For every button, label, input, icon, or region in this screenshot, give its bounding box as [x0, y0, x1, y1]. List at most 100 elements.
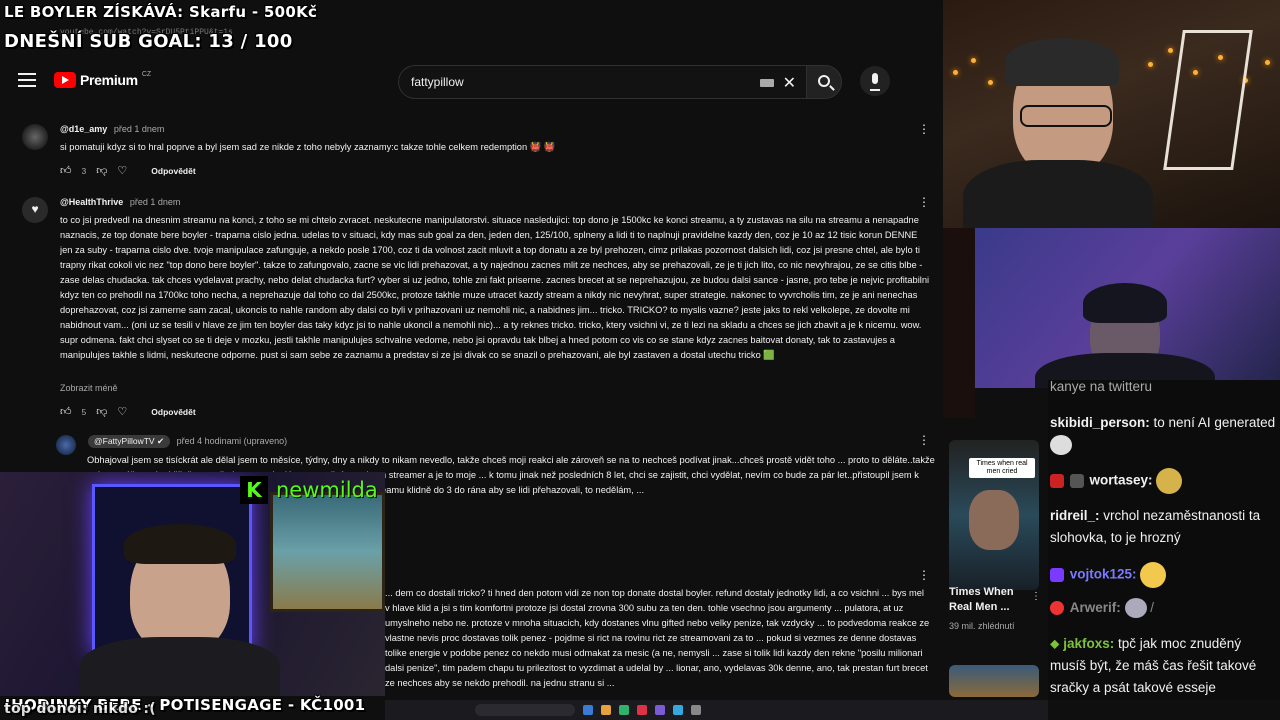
app-icon[interactable]	[601, 705, 611, 715]
app-icon[interactable]	[637, 705, 647, 715]
avatar[interactable]	[56, 435, 76, 455]
video-views: 39 mil. zhlédnutí	[949, 621, 1015, 631]
more-actions-icon[interactable]: ⋮	[918, 123, 930, 135]
app-icon[interactable]	[673, 705, 683, 715]
comment-actions: 👍︎ 3 👎︎ ♡ Odpovědět	[60, 164, 196, 177]
youtube-logo[interactable]: Premium CZ	[54, 70, 152, 88]
like-count: 5	[81, 406, 87, 417]
like-icon[interactable]: 👍︎	[60, 164, 72, 177]
comment-author[interactable]: @HealthThrive	[60, 197, 123, 207]
search-value: fattypillow	[411, 75, 464, 89]
troll-emote-icon	[1050, 435, 1072, 456]
emote-icon	[1156, 468, 1183, 494]
wall-painting	[270, 492, 385, 612]
keyboard-icon[interactable]	[760, 79, 774, 87]
stream-chat: kanye na twitteru skibidi_person: to nen…	[1048, 380, 1280, 700]
video-thumbnail[interactable]	[949, 665, 1039, 697]
more-actions-icon[interactable]: ⋮	[1031, 591, 1041, 602]
streamer-webcam	[943, 0, 1280, 228]
badge-icon	[1050, 474, 1064, 488]
video-title[interactable]: Times When Real Men ...	[949, 585, 1029, 615]
video-edge	[943, 228, 975, 418]
app-icon[interactable]	[619, 705, 629, 715]
guest-webcam	[975, 228, 1280, 388]
glasses	[1020, 105, 1112, 127]
chat-username[interactable]: skibidi_person:	[1050, 415, 1150, 430]
show-less-link[interactable]: Zobrazit méně	[60, 383, 118, 393]
sub-badge-icon	[1050, 568, 1064, 582]
logo-text: Premium	[80, 72, 138, 88]
kick-channel-name: newmilda	[276, 478, 378, 502]
search-input[interactable]: fattypillow ✕	[398, 65, 806, 99]
video-thumbnail[interactable]: Times when real men cried	[949, 440, 1039, 590]
youtube-play-icon	[54, 72, 76, 88]
chat-message: ridreil_: vrchol nezaměstnanosti ta sloh…	[1050, 505, 1276, 549]
comment-header: @d1e_amy před 1 dnem	[60, 124, 164, 134]
hair	[124, 524, 236, 564]
chat-username[interactable]: vojtok125:	[1070, 567, 1137, 582]
kick-logo-icon: K	[240, 476, 268, 504]
chat-message: kanye na twitteru	[1050, 380, 1276, 398]
chat-username[interactable]: wortasey:	[1090, 473, 1153, 488]
thumbnail-caption: Times when real men cried	[969, 458, 1035, 478]
reply-button[interactable]: Odpovědět	[151, 407, 195, 417]
chat-message: skibidi_person: to není AI generated	[1050, 412, 1276, 456]
comment-text: ... dem co dostali tricko? ti hned den p…	[385, 588, 930, 688]
comment-time[interactable]: před 4 hodinami (upraveno)	[177, 436, 288, 446]
heart-icon[interactable]: ♡	[117, 164, 127, 177]
like-count: 3	[81, 165, 87, 176]
kick-channel-tag: K newmilda	[240, 476, 378, 504]
sub-goal-text: DNEŠNÍ SUB GOAL: 13 / 100	[4, 31, 293, 52]
shirt	[963, 160, 1153, 228]
beanie	[1083, 283, 1167, 323]
comment: ♥ @HealthThrive před 1 dnem to co jsi pr…	[20, 196, 930, 422]
badge-icon: ⬥	[1050, 636, 1060, 651]
more-actions-icon[interactable]: ⋮	[918, 569, 930, 581]
app-icon[interactable]	[583, 705, 593, 715]
menu-icon[interactable]	[18, 73, 36, 89]
chat-message: vojtok125:	[1050, 562, 1276, 588]
logo-region: CZ	[141, 70, 152, 78]
youtube-header: Premium CZ fattypillow ✕	[0, 60, 943, 104]
taskbar-search[interactable]	[475, 704, 575, 716]
more-actions-icon[interactable]: ⋮	[918, 434, 930, 446]
comment-header: @FattyPillowTV ✔ před 4 hodinami (uprave…	[88, 435, 287, 448]
avatar[interactable]: ♥	[22, 197, 48, 223]
comment-text: si pomatuji kdyz si to hral poprve a byl…	[60, 142, 556, 152]
stream-screen: youtube.com/watch?v=SrDU5PtiPPU&t=1s Pre…	[0, 0, 1280, 720]
second-streamer-webcam	[0, 472, 385, 696]
chat-message: wortasey:	[1050, 468, 1276, 494]
comment-header: @HealthThrive před 1 dnem	[60, 197, 180, 207]
hoodie	[80, 637, 280, 696]
comment-time[interactable]: před 1 dnem	[130, 197, 181, 207]
search-button[interactable]	[806, 65, 842, 99]
chat-username[interactable]: Arwerif:	[1070, 600, 1121, 615]
voice-search-button[interactable]	[860, 66, 890, 96]
comment: @d1e_amy před 1 dnem si pomatuji kdyz si…	[20, 123, 930, 184]
dislike-icon[interactable]: 👎︎	[96, 405, 107, 418]
chat-username[interactable]: ridreil_:	[1050, 508, 1100, 523]
more-actions-icon[interactable]: ⋮	[918, 196, 930, 208]
donation-alert-text: LE BOYLER ZÍSKÁVÁ: Skarfu - 500Kč	[4, 3, 318, 21]
clear-search-icon[interactable]: ✕	[783, 73, 796, 93]
comment-author[interactable]: @d1e_amy	[60, 124, 107, 134]
comment-time[interactable]: před 1 dnem	[114, 124, 165, 134]
app-icon[interactable]	[655, 705, 665, 715]
smile-emote-icon	[1140, 562, 1167, 588]
avatar[interactable]	[22, 124, 48, 150]
taskbar	[385, 700, 1048, 720]
chat-text: to není AI generated	[1149, 415, 1276, 430]
chat-message: Arwerif: /	[1050, 597, 1276, 619]
chat-username[interactable]: jakfoxs:	[1063, 636, 1114, 651]
like-icon[interactable]: 👍︎	[60, 405, 72, 418]
reply-button[interactable]: Odpovědět	[151, 166, 195, 176]
channel-owner-tag[interactable]: @FattyPillowTV ✔	[88, 435, 171, 448]
comment-actions: 👍︎ 5 👎︎ ♡ Odpovědět	[60, 405, 196, 418]
app-icon[interactable]	[691, 705, 701, 715]
badge-icon	[1069, 474, 1084, 488]
suggested-video[interactable]: Times when real men cried Times When Rea…	[943, 425, 1048, 700]
heart-icon[interactable]: ♡	[117, 405, 127, 418]
search-icon	[818, 75, 830, 87]
dislike-icon[interactable]: 👎︎	[96, 164, 107, 177]
comment-text: to co jsi predvedl na dnesnim streamu na…	[60, 215, 930, 360]
